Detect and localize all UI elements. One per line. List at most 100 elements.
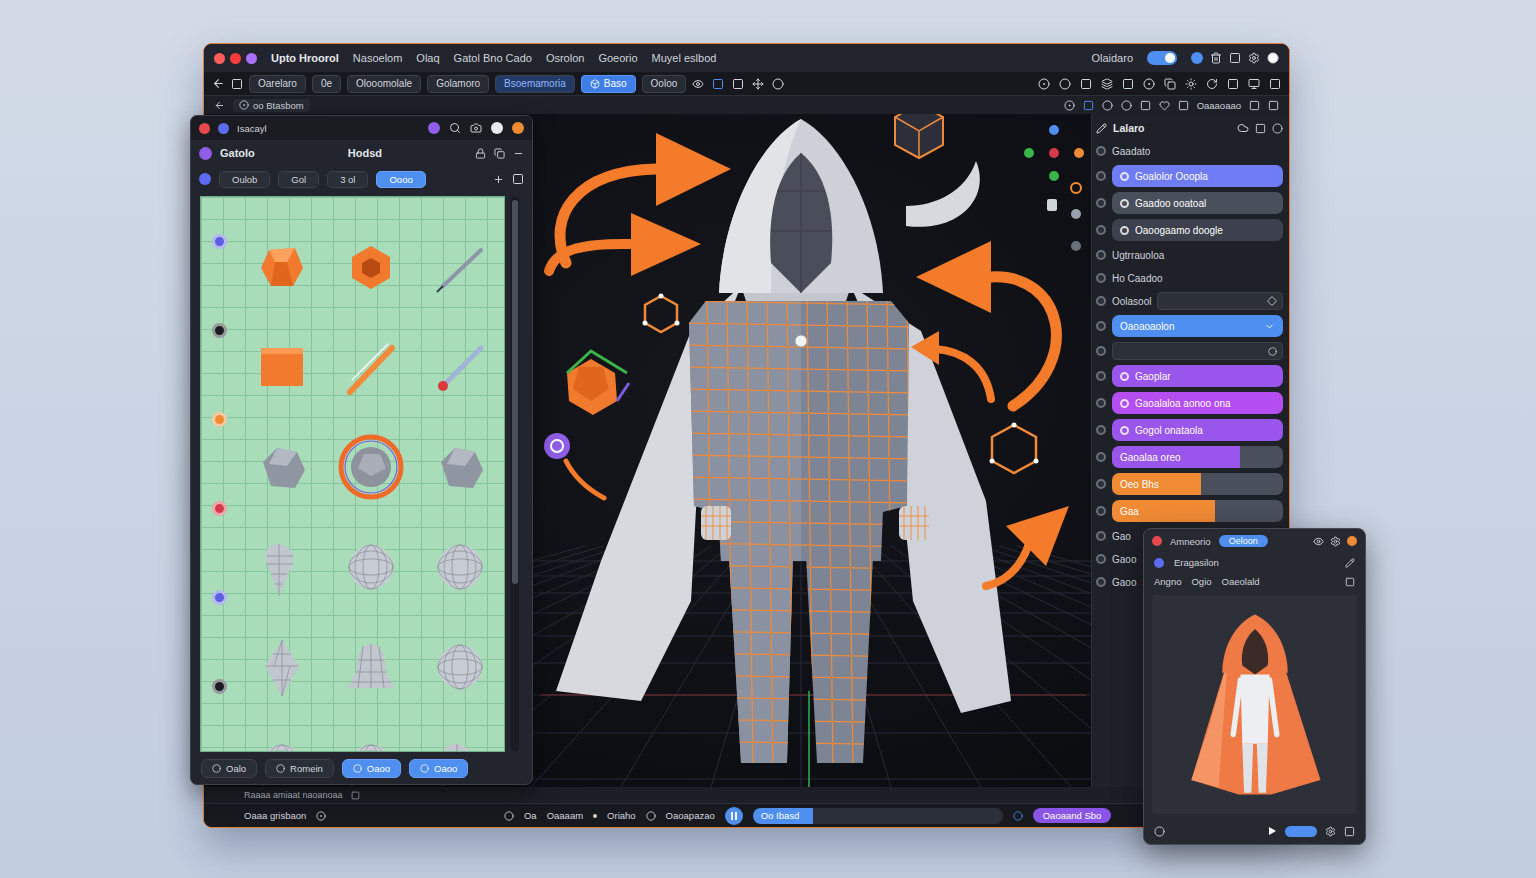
search-icon[interactable] — [449, 122, 461, 134]
layers-icon[interactable] — [1101, 78, 1113, 90]
preview-figure[interactable] — [1155, 605, 1355, 805]
property-pill[interactable]: Oaoogaamo doogle — [1112, 219, 1283, 241]
menu-item[interactable]: Nasoelom — [353, 52, 403, 64]
square-icon[interactable] — [512, 173, 524, 185]
preview-area[interactable] — [1152, 595, 1357, 814]
asset-tile[interactable] — [326, 517, 415, 617]
plus-icon[interactable] — [493, 174, 504, 185]
minimize-button[interactable] — [218, 123, 229, 134]
menu-item[interactable]: Olaq — [416, 52, 439, 64]
asset-tile[interactable] — [415, 217, 504, 317]
preview-field[interactable]: Ogio — [1191, 576, 1211, 587]
keyframe-diamond-icon[interactable] — [1267, 296, 1277, 306]
pencil-icon[interactable] — [1345, 558, 1355, 568]
square-icon[interactable] — [1345, 577, 1355, 587]
circle-icon[interactable] — [1272, 123, 1283, 134]
asset-tile[interactable] — [326, 417, 415, 517]
circle-icon[interactable] — [1121, 100, 1132, 111]
property-slider[interactable]: Gaoalaa oreo — [1112, 446, 1283, 468]
toolbar-button[interactable]: Baso — [581, 75, 636, 93]
filter-button[interactable]: Oooo — [376, 171, 425, 188]
asset-tile[interactable] — [326, 617, 415, 717]
footer-button[interactable]: Oaoo — [342, 759, 401, 778]
pencil-icon[interactable] — [1096, 123, 1107, 134]
property-row[interactable]: Gaoalaloa aonoo ona — [1096, 392, 1283, 414]
property-dropdown[interactable]: Oaoaoaolon — [1112, 315, 1283, 337]
circle-icon[interactable] — [1267, 52, 1279, 64]
property-pill[interactable]: Goalolor Ooopla — [1112, 165, 1283, 187]
sync-toggle[interactable] — [1147, 51, 1177, 65]
play-pause-button[interactable] — [725, 807, 743, 825]
close-button[interactable] — [214, 53, 225, 64]
square-icon[interactable] — [1268, 100, 1279, 111]
scrollbar[interactable] — [511, 196, 519, 752]
character-body[interactable] — [681, 291, 929, 771]
asset-tile[interactable] — [237, 517, 326, 617]
eye-icon[interactable] — [1313, 536, 1324, 547]
property-pill[interactable]: Gaadoo ooatoal — [1112, 192, 1283, 214]
property-row[interactable]: Gogol onataola — [1096, 419, 1283, 441]
gizmo-dots-icon[interactable] — [1024, 125, 1084, 251]
close-button[interactable] — [199, 123, 210, 134]
transform-arrows[interactable] — [544, 133, 1069, 586]
property-row[interactable]: Oaoaoaolon — [1096, 315, 1283, 337]
gem-icon[interactable] — [567, 351, 629, 415]
asset-tile[interactable] — [326, 717, 415, 751]
square-icon[interactable] — [231, 78, 243, 90]
property-row[interactable]: Oaoogaamo doogle — [1096, 219, 1283, 241]
menu-item[interactable]: Gatol Bno Cado — [454, 52, 532, 64]
property-slider[interactable]: Gaa — [1112, 500, 1283, 522]
square-icon[interactable] — [1140, 100, 1151, 111]
copy-icon[interactable] — [494, 148, 505, 159]
asset-tile[interactable] — [237, 217, 326, 317]
asset-tile[interactable] — [237, 717, 326, 751]
footer-button[interactable]: Oalo — [201, 759, 257, 778]
gear-icon[interactable] — [1325, 826, 1336, 837]
monitor-icon[interactable] — [1248, 78, 1260, 90]
close-button[interactable] — [1152, 536, 1162, 546]
toolbar-button[interactable]: Bsoemamoria — [495, 75, 575, 93]
circle-dot-icon[interactable] — [1143, 78, 1155, 90]
rotate-icon[interactable] — [1206, 78, 1218, 90]
lock-icon[interactable] — [475, 148, 486, 159]
trash-icon[interactable] — [1210, 52, 1222, 64]
asset-tile[interactable] — [415, 517, 504, 617]
property-pill[interactable]: Gaoplar — [1112, 365, 1283, 387]
timeline-slider[interactable]: Oo Ibasd — [753, 808, 1003, 824]
orange-dot-icon[interactable] — [512, 122, 524, 134]
toolbar-button[interactable]: Ooloo — [642, 75, 687, 93]
property-pill[interactable]: Gaoalaloa aonoo ona — [1112, 392, 1283, 414]
gear-icon[interactable] — [1330, 536, 1341, 547]
purple-dot-icon[interactable] — [428, 122, 440, 134]
square-icon[interactable] — [1122, 78, 1134, 90]
square-icon[interactable] — [712, 78, 724, 90]
property-row[interactable]: Gaadoo ooatoal — [1096, 192, 1283, 214]
asset-tile[interactable] — [326, 317, 415, 417]
crescent-icon[interactable] — [906, 161, 980, 227]
asset-tile[interactable] — [415, 617, 504, 717]
property-input[interactable] — [1112, 342, 1283, 360]
square-icon[interactable] — [1249, 100, 1260, 111]
circle-icon[interactable] — [772, 78, 784, 90]
toolbar-button[interactable]: Oarelaro — [249, 75, 306, 93]
filter-button[interactable]: 3 ol — [327, 171, 368, 188]
orange-dot-icon[interactable] — [1347, 536, 1357, 546]
cloud-icon[interactable] — [1237, 122, 1249, 134]
circle-icon[interactable] — [1013, 811, 1023, 821]
action-button[interactable]: Oaoaand Sbo — [1033, 808, 1112, 823]
preview-field[interactable]: Oaeolald — [1222, 576, 1260, 587]
asset-tile[interactable] — [237, 617, 326, 717]
asset-tile[interactable] — [237, 417, 326, 517]
square-icon[interactable] — [351, 791, 360, 800]
menu-item[interactable]: Goeorio — [598, 52, 637, 64]
minus-icon[interactable] — [513, 148, 524, 159]
hexagon-icon[interactable] — [643, 294, 680, 333]
copy-icon[interactable] — [1164, 78, 1176, 90]
footer-button[interactable]: Oaoo — [409, 759, 468, 778]
circle-icon[interactable] — [504, 811, 514, 821]
circle-icon[interactable] — [646, 811, 656, 821]
hood[interactable] — [719, 119, 883, 293]
footer-button[interactable]: Romein — [265, 759, 334, 778]
menu-item[interactable]: Osrolon — [546, 52, 585, 64]
eye-icon[interactable] — [692, 78, 704, 90]
